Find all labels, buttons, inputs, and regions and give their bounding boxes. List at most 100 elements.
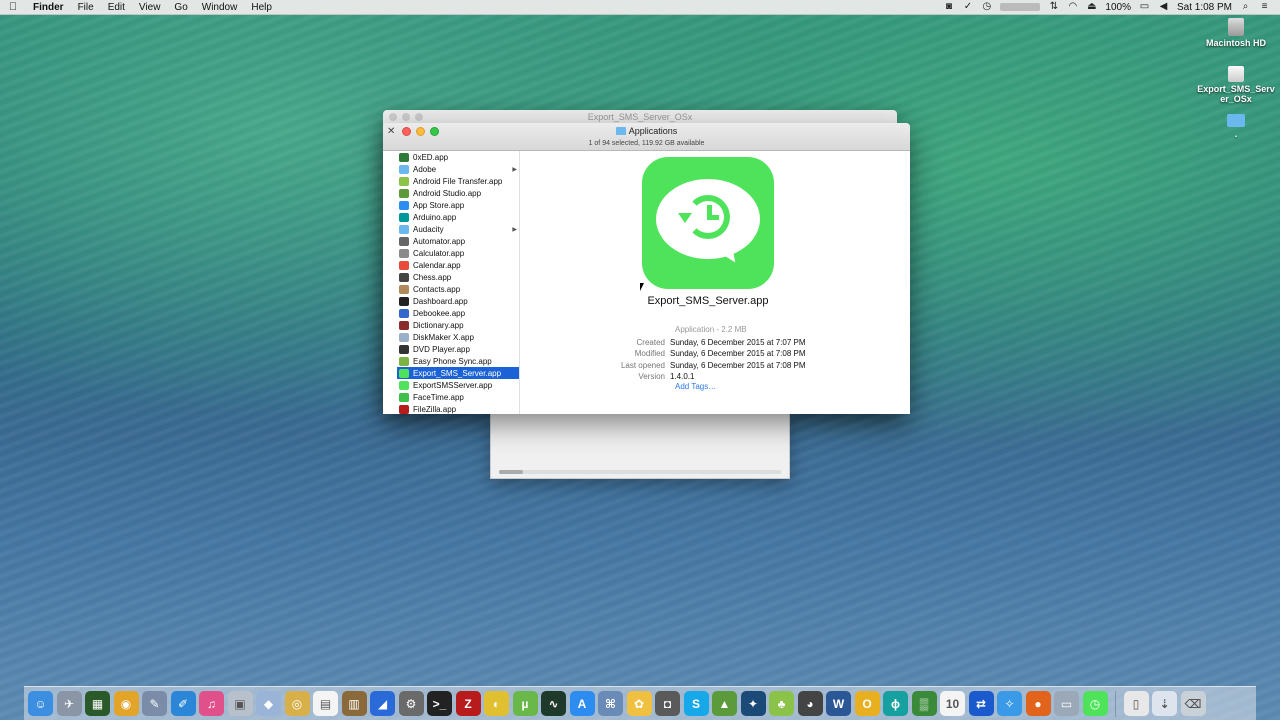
- teamviewer-icon[interactable]: ⇄: [968, 691, 994, 716]
- screen-record-icon[interactable]: ◙: [943, 2, 954, 12]
- applications-column[interactable]: 0xED.app Adobe ▶ Android File Transfer.app A…: [383, 151, 520, 414]
- list-item-label: Export_SMS_Server.app: [413, 368, 502, 378]
- menu-window[interactable]: Window: [195, 2, 245, 13]
- export-sms-server-icon[interactable]: ◷: [1082, 691, 1108, 716]
- volume-icon[interactable]: ◀: [1158, 2, 1169, 12]
- list-item-label: Dashboard.app: [413, 296, 468, 306]
- safari-icon[interactable]: ✧: [997, 691, 1022, 716]
- coin-icon[interactable]: O: [854, 691, 880, 716]
- spotlight-search-icon[interactable]: ⌕: [1240, 2, 1251, 12]
- skype-icon[interactable]: S: [683, 691, 709, 716]
- list-item-app[interactable]: Easy Phone Sync.app: [397, 355, 519, 367]
- xcode-icon[interactable]: ✐: [170, 691, 196, 716]
- terminal-icon[interactable]: >_: [427, 691, 452, 716]
- word-icon[interactable]: W: [826, 691, 851, 716]
- menu-finder[interactable]: Finder: [26, 2, 71, 13]
- list-item-app[interactable]: Calendar.app: [397, 259, 519, 271]
- system-preferences-icon[interactable]: ⚙: [398, 691, 424, 716]
- app-preview-icon: [642, 157, 774, 289]
- xcode-tools-icon[interactable]: ✎: [142, 691, 167, 716]
- firefox-icon[interactable]: ●: [1025, 691, 1051, 716]
- menu-edit[interactable]: Edit: [101, 2, 132, 13]
- list-item-app[interactable]: Debookee.app: [397, 307, 519, 319]
- downloads-folder-icon[interactable]: ⇣: [1152, 691, 1177, 716]
- inactive-zoom-icon[interactable]: [415, 113, 423, 121]
- list-item-folder[interactable]: Audacity ▶: [397, 223, 519, 235]
- documents-folder-icon[interactable]: ▯: [1123, 691, 1149, 716]
- list-item-folder[interactable]: Adobe ▶: [397, 163, 519, 175]
- wifi-icon[interactable]: ◠: [1067, 2, 1078, 12]
- menu-help[interactable]: Help: [244, 2, 279, 13]
- app-store-icon[interactable]: A: [569, 691, 595, 716]
- list-item-app[interactable]: Android File Transfer.app: [397, 175, 519, 187]
- notes-icon[interactable]: ▥: [341, 691, 367, 716]
- hard-drive-icon: [1228, 18, 1244, 36]
- list-item-app[interactable]: DiskMaker X.app: [397, 331, 519, 343]
- finder-titlebar[interactable]: ✕ Applications 1 of 94 selected, 119.92 …: [383, 123, 910, 151]
- menu-go[interactable]: Go: [167, 2, 194, 13]
- finder-icon[interactable]: ☺: [28, 691, 53, 716]
- desktop-icon-macintosh-hd[interactable]: Macintosh HD: [1196, 18, 1276, 48]
- apple-menu-icon[interactable]: : [0, 1, 26, 13]
- launchpad-icon[interactable]: ✈: [56, 691, 82, 716]
- mouse-pointer: [640, 283, 644, 291]
- list-item-app[interactable]: Dashboard.app: [397, 295, 519, 307]
- inactive-minimize-icon[interactable]: [402, 113, 410, 121]
- checkmark-icon[interactable]: ✓: [962, 2, 973, 12]
- sequel-icon[interactable]: ◎: [284, 691, 310, 716]
- list-item-app[interactable]: Export_SMS_Server.app: [397, 367, 519, 379]
- filezilla-icon[interactable]: Z: [455, 691, 481, 716]
- inactive-traffic-lights: [389, 113, 423, 121]
- add-tags-link[interactable]: Add Tags…: [560, 382, 806, 393]
- eject-icon[interactable]: ⏏: [1086, 2, 1097, 12]
- network-utility-icon[interactable]: ⌘: [598, 691, 623, 716]
- list-item-app[interactable]: FaceTime.app: [397, 391, 519, 403]
- app-icon: [399, 380, 409, 390]
- list-item-app[interactable]: Android Studio.app: [397, 187, 519, 199]
- android-studio-icon[interactable]: ▲: [712, 691, 737, 716]
- list-item-app[interactable]: Arduino.app: [397, 211, 519, 223]
- window-title-text: Applications: [628, 126, 678, 136]
- list-item-app[interactable]: App Store.app: [397, 199, 519, 211]
- android-icon[interactable]: ♣: [769, 691, 794, 716]
- calendar-icon[interactable]: 10: [940, 691, 965, 716]
- virtualbox-icon[interactable]: ◆: [256, 691, 281, 716]
- list-item-app[interactable]: Contacts.app: [397, 283, 519, 295]
- menu-view[interactable]: View: [132, 2, 168, 13]
- sync-icon[interactable]: ⇅: [1048, 2, 1059, 12]
- desktop-icon-export-dmg[interactable]: Export_SMS_Server_OSx: [1195, 66, 1277, 104]
- sketchup-icon[interactable]: ◐: [484, 691, 509, 716]
- inactive-close-icon[interactable]: [389, 113, 397, 121]
- notification-center-icon[interactable]: ≡: [1259, 2, 1270, 12]
- textedit-icon[interactable]: ▤: [313, 691, 338, 716]
- list-item-app[interactable]: Chess.app: [397, 271, 519, 283]
- console-icon[interactable]: ▒: [911, 691, 937, 716]
- preview-icon[interactable]: ▣: [227, 691, 253, 716]
- battery-icon[interactable]: ▭: [1139, 2, 1150, 12]
- horizontal-scrollbar[interactable]: [499, 470, 781, 474]
- chrome-icon[interactable]: ◉: [113, 691, 139, 716]
- list-item-app[interactable]: 0xED.app: [397, 151, 519, 163]
- list-item-app[interactable]: FileZilla.app: [397, 403, 519, 414]
- menubar-clock[interactable]: Sat 1:08 PM: [1177, 2, 1232, 13]
- mysql-workbench-icon[interactable]: ✦: [740, 691, 766, 716]
- trash-icon[interactable]: ⌫: [1180, 691, 1206, 716]
- github-icon[interactable]: ◕: [797, 691, 823, 716]
- image-capture-icon[interactable]: ◘: [655, 691, 680, 716]
- list-item-app[interactable]: Dictionary.app: [397, 319, 519, 331]
- menu-file[interactable]: File: [71, 2, 101, 13]
- list-item-app[interactable]: Automator.app: [397, 235, 519, 247]
- time-machine-icon[interactable]: ◷: [981, 2, 992, 12]
- itunes-icon[interactable]: ♫: [199, 691, 224, 716]
- list-item-app[interactable]: ExportSMSServer.app: [397, 379, 519, 391]
- list-item-app[interactable]: DVD Player.app: [397, 343, 519, 355]
- list-item-app[interactable]: Calculator.app: [397, 247, 519, 259]
- mission-control-icon[interactable]: ▦: [85, 691, 110, 716]
- photos-icon[interactable]: ✿: [626, 691, 652, 716]
- droid-icon[interactable]: ϕ: [883, 691, 908, 716]
- desktop-icon-folder[interactable]: .: [1196, 114, 1276, 139]
- studio-icon[interactable]: ◢: [370, 691, 395, 716]
- utorrent-icon[interactable]: µ: [512, 691, 538, 716]
- activity-monitor-icon[interactable]: ∿: [541, 691, 566, 716]
- disk-utility-icon[interactable]: ▭: [1054, 691, 1079, 716]
